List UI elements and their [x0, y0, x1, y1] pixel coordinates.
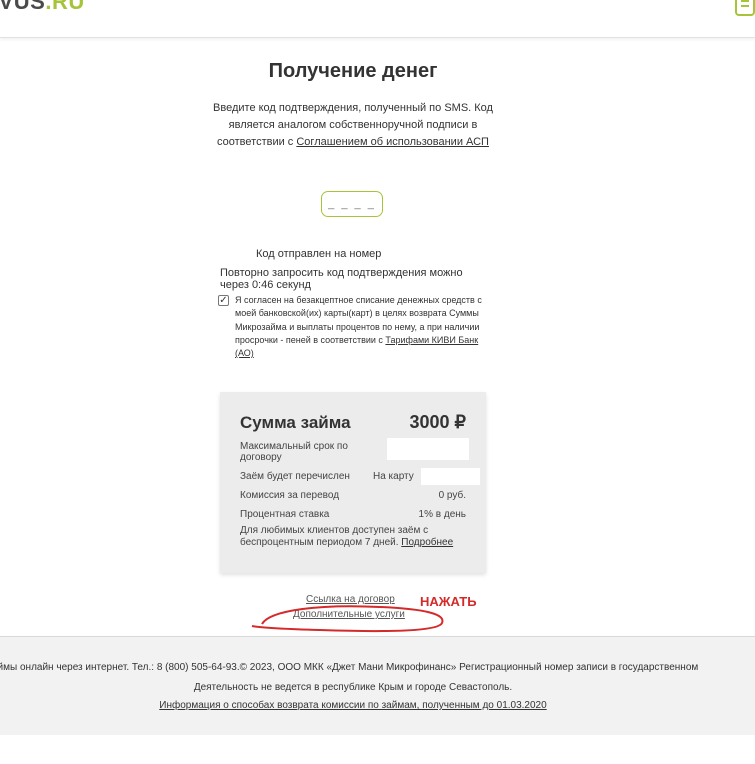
promo-label: Для любимых клиентов доступен заём с бес…: [240, 525, 429, 548]
annotation-press-label: НАЖАТЬ: [420, 594, 477, 609]
footer-region-line: Деятельность не ведется в республике Кры…: [193, 682, 513, 693]
promo-text: Для любимых клиентов доступен заём с бес…: [240, 525, 480, 549]
extra-services-link[interactable]: Дополнительные услуги: [293, 609, 405, 620]
loan-sum-label: Сумма займа: [240, 413, 351, 432]
loan-summary-card: Сумма займа 3000 ₽ Максимальный срок по …: [220, 392, 486, 573]
menu-icon[interactable]: [735, 0, 755, 16]
sms-code-input[interactable]: [321, 191, 383, 217]
sms-instructions: Введите код подтверждения, полученный по…: [203, 100, 503, 151]
contract-link[interactable]: Ссылка на договор: [306, 594, 395, 605]
footer-commission-link[interactable]: Информация о способах возврата комиссии …: [0, 700, 706, 711]
consent-text: Я согласен на безакцептное списание дене…: [235, 294, 487, 360]
card-number-blank: [421, 468, 480, 485]
transfer-method-label: Заём будет перечислен: [240, 471, 350, 482]
code-sent-text: Код отправлен на номер: [256, 248, 382, 260]
loan-sum-value: 3000 ₽: [409, 412, 467, 432]
loan-term-value: [387, 438, 469, 460]
commission-label: Комиссия за перевод: [240, 490, 340, 501]
resend-timer-text: Повторно запросить код подтверждения мож…: [220, 267, 463, 291]
transfer-method-value: На карту: [373, 471, 414, 482]
commission-value: 0 руб.: [438, 490, 466, 501]
page-title: Получение денег: [268, 60, 438, 82]
logo-tld: .RU: [45, 0, 85, 14]
logo[interactable]: ivus.RU: [0, 0, 85, 15]
consent-checkbox[interactable]: ✓: [218, 295, 229, 306]
footer-legal-line: аймы онлайн через интернет. Тел.: 8 (800…: [0, 662, 699, 673]
interest-rate-value: 1% в день: [418, 509, 466, 520]
site-header: ivus.RU: [0, 0, 755, 38]
agreement-link[interactable]: Соглашением об использовании АСП: [296, 136, 489, 148]
loan-term-label: Максимальный срок по договору: [240, 441, 348, 463]
promo-more-link[interactable]: Подробнее: [401, 537, 453, 548]
interest-rate-label: Процентная ставка: [240, 509, 330, 520]
site-footer: аймы онлайн через интернет. Тел.: 8 (800…: [0, 636, 755, 735]
logo-main: ivus: [0, 0, 46, 14]
